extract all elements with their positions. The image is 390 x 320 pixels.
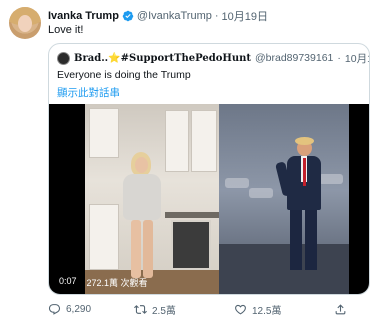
quoted-tweet[interactable]: Brad..⭐#SupportThePedoHunt @brad89739161… <box>48 43 370 295</box>
avatar-face <box>18 15 32 32</box>
dancer-leg <box>131 220 141 278</box>
show-thread-link[interactable]: 顯示此對話串 <box>57 85 120 100</box>
speaker-tie <box>303 158 306 186</box>
kitchen-oven <box>171 220 211 270</box>
reply-icon <box>48 303 61 315</box>
share-button[interactable] <box>334 303 347 316</box>
retweet-button[interactable]: 2.5萬 <box>134 302 234 317</box>
kitchen-cabinet <box>165 110 189 172</box>
speaker-leg <box>290 210 302 270</box>
quoted-author-name: Brad..⭐#SupportThePedoHunt <box>74 52 251 64</box>
video-frame-kitchen <box>85 104 219 294</box>
video-frame-rally <box>219 104 349 294</box>
kitchen-counter <box>165 212 219 218</box>
tweet-actions: 6,290 2.5萬 12.5萬 <box>48 302 370 317</box>
stage-light <box>249 188 273 198</box>
avatar[interactable] <box>9 7 41 39</box>
kitchen-cabinet <box>89 108 119 158</box>
quoted-tweet-text: Everyone is doing the Trump <box>57 69 191 81</box>
stage-floor <box>219 244 349 294</box>
heart-icon <box>235 304 246 314</box>
reply-button[interactable]: 6,290 <box>48 303 134 316</box>
quoted-tweet-date: 10月18日 <box>344 52 369 65</box>
speaker-hair <box>295 137 314 145</box>
stage-light <box>319 174 343 184</box>
speaker-leg <box>305 210 317 270</box>
dancer-leg <box>143 220 153 278</box>
dancer-sweatshirt <box>123 174 161 220</box>
separator-dot: · <box>214 10 219 22</box>
kitchen-fridge <box>89 204 119 270</box>
retweet-count: 2.5萬 <box>152 305 176 317</box>
like-button[interactable]: 12.5萬 <box>234 302 334 317</box>
like-count: 12.5萬 <box>252 305 282 317</box>
share-icon <box>335 303 346 314</box>
quoted-author-handle: @brad89739161 <box>254 52 334 64</box>
retweet-icon <box>134 304 147 314</box>
kitchen-cabinet <box>191 110 217 172</box>
tweet-header: Ivanka Trump @IvankaTrump · 10月19日 <box>48 8 268 24</box>
video-duration: 0:07 <box>55 275 81 290</box>
verified-badge-icon <box>122 10 134 22</box>
dancer-face <box>135 157 148 173</box>
quoted-separator-dot: · <box>337 52 341 64</box>
author-name[interactable]: Ivanka Trump <box>48 10 119 22</box>
author-handle[interactable]: @IvankaTrump <box>137 10 212 22</box>
tweet-text: Love it! <box>48 24 84 36</box>
reply-count: 6,290 <box>66 303 92 315</box>
video-view-count: 272.1萬 次觀看 <box>86 278 148 288</box>
quoted-tweet-header: Brad..⭐#SupportThePedoHunt @brad89739161… <box>57 51 369 65</box>
video-player[interactable]: 0:07 272.1萬 次觀看 <box>49 104 369 294</box>
video-overlay: 0:07 272.1萬 次觀看 <box>55 275 148 290</box>
quoted-avatar <box>57 51 70 65</box>
stage-light <box>225 178 249 188</box>
tweet-date[interactable]: 10月19日 <box>222 8 268 24</box>
